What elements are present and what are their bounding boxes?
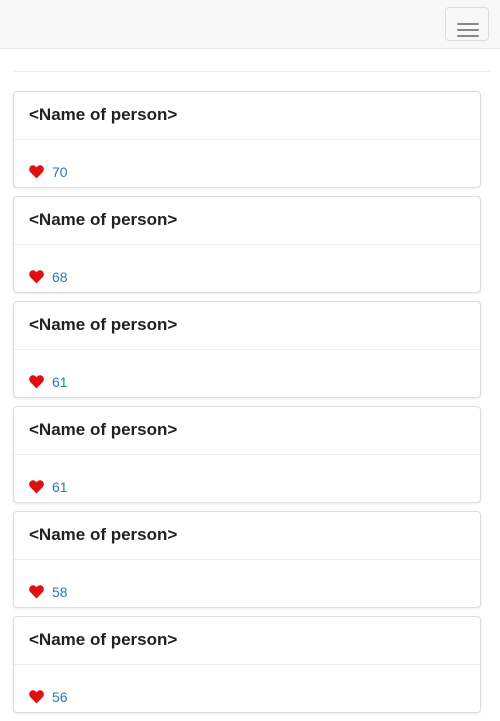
- person-card: <Name of person> 61: [13, 406, 481, 503]
- hamburger-menu-icon: [457, 23, 479, 25]
- person-name: <Name of person>: [29, 420, 178, 439]
- heart-icon[interactable]: [29, 269, 44, 284]
- person-card: <Name of person> 56: [13, 616, 481, 713]
- person-card: <Name of person> 58: [13, 511, 481, 608]
- heart-icon[interactable]: [29, 584, 44, 599]
- person-card: <Name of person> 68: [13, 196, 481, 293]
- like-count[interactable]: 61: [52, 374, 68, 390]
- divider: [14, 71, 490, 72]
- person-name: <Name of person>: [29, 210, 178, 229]
- card-header: <Name of person>: [14, 197, 480, 245]
- person-name: <Name of person>: [29, 315, 178, 334]
- person-name: <Name of person>: [29, 105, 178, 124]
- card-header: <Name of person>: [14, 407, 480, 455]
- like-count[interactable]: 58: [52, 584, 68, 600]
- card-header: <Name of person>: [14, 617, 480, 665]
- heart-icon[interactable]: [29, 164, 44, 179]
- card-body: 61: [14, 350, 480, 397]
- card-header: <Name of person>: [14, 92, 480, 140]
- navbar: [0, 0, 500, 49]
- card-body: 58: [14, 560, 480, 607]
- like-count[interactable]: 70: [52, 164, 68, 180]
- card-header: <Name of person>: [14, 302, 480, 350]
- person-card: <Name of person> 70: [13, 91, 481, 188]
- heart-icon[interactable]: [29, 479, 44, 494]
- card-body: 70: [14, 140, 480, 187]
- hamburger-menu-icon-bar: [457, 29, 479, 31]
- like-count[interactable]: 56: [52, 689, 68, 705]
- card-body: 68: [14, 245, 480, 292]
- person-name: <Name of person>: [29, 630, 178, 649]
- person-list: <Name of person> 70 <Name of person> 68 …: [13, 91, 481, 721]
- heart-icon[interactable]: [29, 689, 44, 704]
- heart-icon[interactable]: [29, 374, 44, 389]
- hamburger-menu-icon-bar: [457, 35, 479, 37]
- person-card: <Name of person> 61: [13, 301, 481, 398]
- person-name: <Name of person>: [29, 525, 178, 544]
- card-header: <Name of person>: [14, 512, 480, 560]
- navbar-toggle-button[interactable]: [445, 7, 489, 41]
- like-count[interactable]: 68: [52, 269, 68, 285]
- card-body: 56: [14, 665, 480, 712]
- like-count[interactable]: 61: [52, 479, 68, 495]
- card-body: 61: [14, 455, 480, 502]
